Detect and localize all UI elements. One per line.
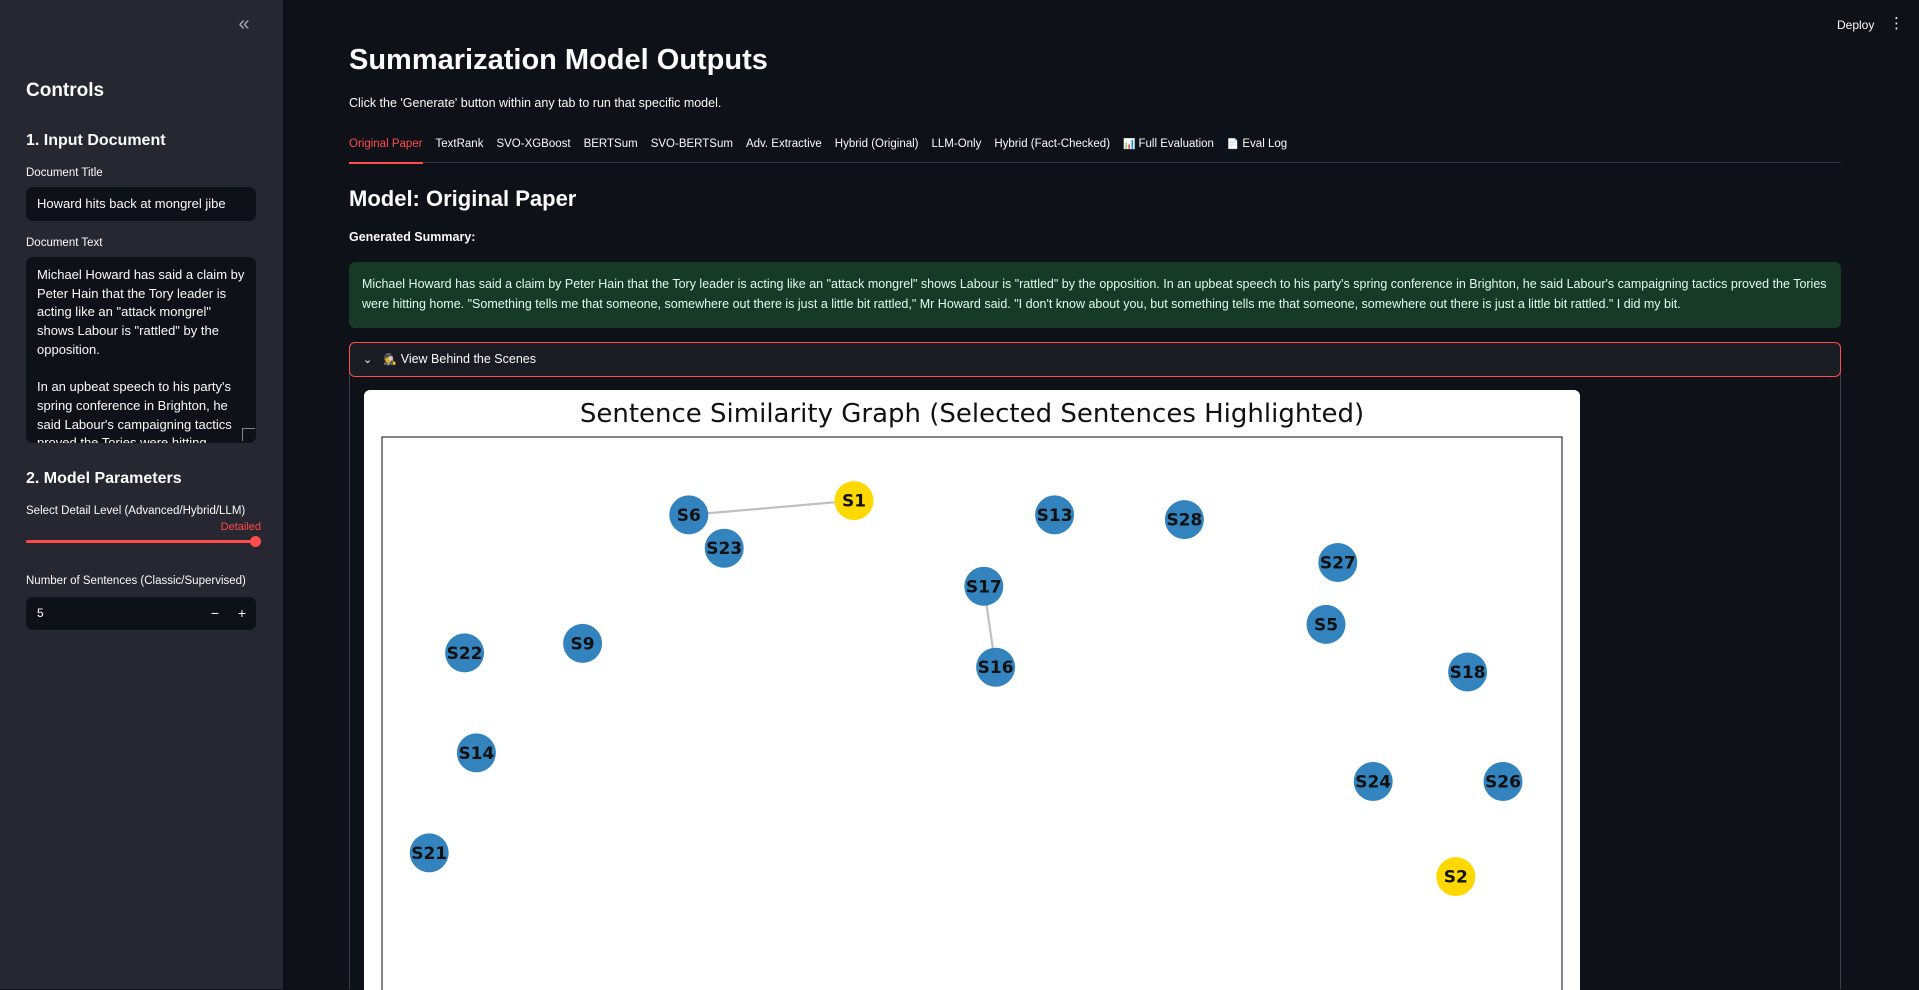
similarity-graph-panel: Sentence Similarity Graph (Selected Sent…: [364, 390, 1580, 990]
graph-title: Sentence Similarity Graph (Selected Sent…: [580, 399, 1364, 429]
tab-full-evaluation[interactable]: 📊 Full Evaluation: [1123, 134, 1214, 163]
sentence-count-label: Number of Sentences (Classic/Supervised): [26, 575, 246, 587]
node-label-S23: S23: [706, 539, 742, 559]
document-icon: 📄: [1226, 139, 1240, 150]
page-title: Summarization Model Outputs: [349, 44, 768, 76]
textarea-resize-handle[interactable]: [242, 428, 255, 441]
collapse-sidebar-icon[interactable]: «: [233, 13, 255, 35]
node-label-S28: S28: [1166, 511, 1202, 531]
tab-label: SVO-XGBoost: [496, 138, 571, 150]
decrement-button[interactable]: −: [202, 597, 228, 630]
document-title-input[interactable]: Howard hits back at mongrel jibe: [26, 187, 256, 221]
tab-textrank[interactable]: TextRank: [436, 134, 484, 163]
tab-label: Full Evaluation: [1138, 138, 1214, 150]
node-label-S9: S9: [571, 634, 595, 654]
section-input-document-title: 1. Input Document: [26, 132, 166, 149]
tab-label: Original Paper: [349, 138, 423, 150]
node-label-S5: S5: [1314, 615, 1338, 635]
node-label-S16: S16: [978, 658, 1014, 678]
tab-label: BERTSum: [583, 138, 638, 150]
node-label-S26: S26: [1485, 772, 1521, 792]
expander-label: View Behind the Scenes: [400, 352, 536, 366]
tab-svo-bertsum[interactable]: SVO-BERTSum: [651, 134, 733, 163]
node-label-S14: S14: [458, 744, 494, 764]
tab-label: TextRank: [435, 138, 484, 150]
generated-summary-label: Generated Summary:: [349, 230, 476, 244]
graph-frame: [381, 436, 1563, 990]
section-model-parameters-title: 2. Model Parameters: [26, 470, 182, 487]
tab-label: Eval Log: [1242, 138, 1288, 150]
tab-eval-log[interactable]: 📄 Eval Log: [1227, 134, 1287, 163]
tab-label: Hybrid (Original): [834, 138, 919, 150]
node-label-S22: S22: [447, 644, 483, 664]
tab-llm-only[interactable]: LLM-Only: [932, 134, 982, 163]
chevron-down-icon: ⌄: [363, 354, 373, 366]
behind-the-scenes-expander: ⌄ 🕵️ View Behind the Scenes Sentence Simil…: [349, 342, 1841, 990]
tab-hybrid-fact-checked[interactable]: Hybrid (Fact-Checked): [994, 134, 1110, 163]
tab-svo-xgboost[interactable]: SVO-XGBoost: [496, 134, 570, 163]
model-tabs: Original Paper TextRank SVO-XGBoost BERTSum…: [349, 134, 1841, 164]
node-label-S24: S24: [1355, 772, 1391, 792]
tab-original-paper[interactable]: Original Paper: [349, 134, 423, 164]
detail-level-label: Select Detail Level (Advanced/Hybrid/LLM…: [26, 505, 246, 517]
chart-icon: 📊: [1123, 139, 1136, 150]
tab-adv-extractive[interactable]: Adv. Extractive: [746, 134, 822, 163]
node-label-S17: S17: [966, 577, 1002, 597]
summary-box: Michael Howard has said a claim by Peter…: [349, 262, 1841, 328]
node-label-S13: S13: [1037, 506, 1073, 526]
node-label-S1: S1: [842, 492, 866, 512]
node-label-S27: S27: [1320, 553, 1356, 573]
tab-hybrid-original[interactable]: Hybrid (Original): [835, 134, 919, 163]
node-label-S6: S6: [677, 506, 701, 526]
model-heading: Model: Original Paper: [349, 186, 577, 211]
node-label-S18: S18: [1450, 663, 1486, 683]
detective-icon: 🕵️: [383, 354, 397, 366]
page-caption: Click the 'Generate' button within any t…: [349, 96, 722, 110]
tab-bertsum[interactable]: BERTSum: [584, 134, 638, 163]
sidebar: « Controls 1. Input Document Document Ti…: [0, 0, 283, 989]
tab-label: LLM-Only: [931, 138, 982, 150]
detail-level-slider-thumb[interactable]: [250, 536, 261, 547]
tab-label: Adv. Extractive: [745, 138, 822, 150]
detail-level-slider-track[interactable]: [26, 540, 256, 543]
increment-button[interactable]: +: [229, 597, 255, 630]
node-label-S21: S21: [411, 844, 447, 864]
node-label-S2: S2: [1444, 868, 1468, 888]
sidebar-heading: Controls: [26, 80, 105, 101]
tab-label: Hybrid (Fact-Checked): [994, 138, 1111, 150]
document-title-label: Document Title: [26, 167, 103, 179]
expander-header[interactable]: ⌄ 🕵️ View Behind the Scenes: [349, 342, 1841, 377]
deploy-button[interactable]: Deploy: [1837, 18, 1874, 32]
tab-label: SVO-BERTSum: [650, 138, 733, 150]
document-text-label: Document Text: [26, 237, 103, 249]
similarity-graph: Sentence Similarity Graph (Selected Sent…: [381, 399, 1563, 990]
document-text-area[interactable]: Michael Howard has said a claim by Peter…: [26, 257, 256, 443]
edge-S6-S1: [688, 499, 855, 516]
more-vertical-icon[interactable]: ⋮: [1889, 14, 1904, 34]
detail-level-value: Detailed: [220, 521, 261, 533]
